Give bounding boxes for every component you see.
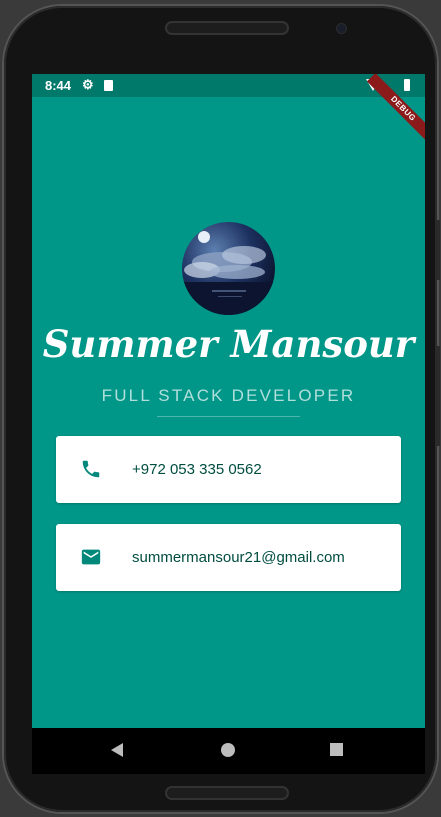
app-body: DEBUG Summer Mansour FULL STACK DEVELOPE…: [32, 74, 425, 728]
top-speaker: [165, 21, 289, 35]
home-icon[interactable]: [221, 743, 235, 757]
phone-icon: [82, 460, 100, 478]
profile-name: Summer Mansour: [42, 322, 415, 366]
screen: 8:44 ⚙ DEBUG Summer Mansour FULL STACK D…: [32, 74, 425, 774]
phone-number: +972 053 335 0562: [132, 461, 262, 478]
settings-icon: ⚙: [82, 77, 94, 92]
recent-apps-icon[interactable]: [330, 743, 343, 756]
battery-icon: [404, 79, 410, 91]
email-address: summermansour21@gmail.com: [132, 549, 345, 566]
power-button[interactable]: [435, 346, 440, 446]
volume-button[interactable]: [435, 220, 440, 280]
bottom-speaker: [165, 786, 289, 800]
profile-title: FULL STACK DEVELOPER: [101, 386, 356, 405]
phone-card[interactable]: +972 053 335 0562: [56, 436, 401, 503]
sd-card-icon: [104, 80, 113, 91]
avatar[interactable]: [182, 222, 275, 315]
email-card[interactable]: summermansour21@gmail.com: [56, 524, 401, 591]
avatar-image: [182, 222, 275, 315]
front-camera: [337, 24, 346, 33]
divider: [157, 416, 300, 417]
status-time: 8:44: [45, 78, 72, 93]
back-icon[interactable]: [111, 743, 123, 757]
email-icon: [81, 549, 101, 565]
status-bar: 8:44 ⚙: [32, 74, 425, 97]
navigation-bar: [32, 728, 425, 774]
phone-frame: 8:44 ⚙ DEBUG Summer Mansour FULL STACK D…: [4, 6, 440, 812]
